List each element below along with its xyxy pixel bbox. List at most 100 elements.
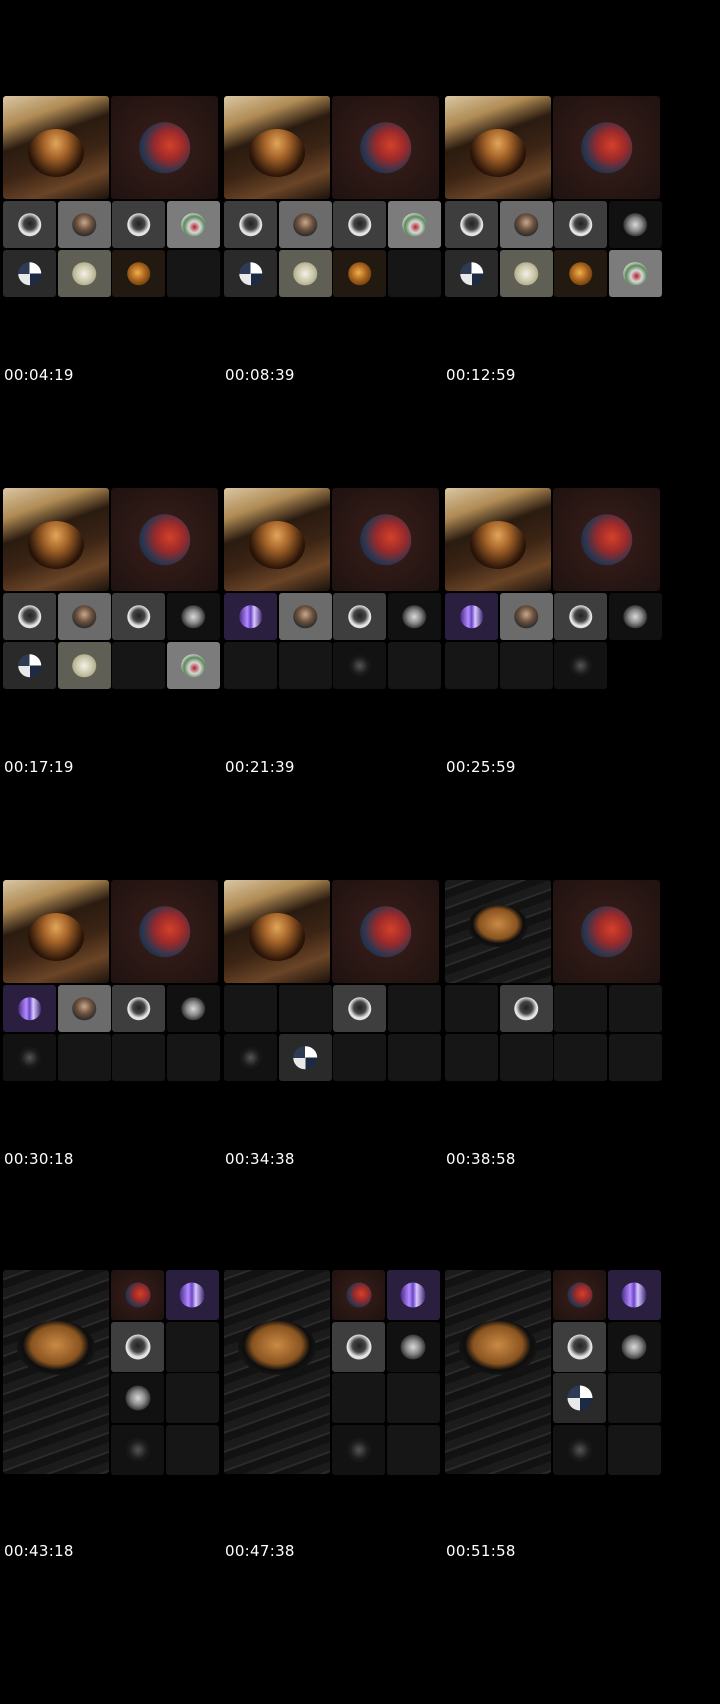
avatar <box>293 261 317 286</box>
empty-video-tile <box>445 1034 498 1081</box>
bearded-man-avatar-icon <box>57 985 111 1032</box>
empty-video-tile <box>332 1373 385 1423</box>
frame-timestamp: 00:04:19 <box>4 366 74 384</box>
video-frame-thumbnail[interactable] <box>3 96 238 319</box>
white-face-avatar-icon <box>608 593 662 640</box>
red-portrait-avatar-icon <box>332 96 439 199</box>
coffee-cup-on-plank-icon <box>445 1270 551 1474</box>
bearded-man-avatar-icon <box>278 201 332 248</box>
empty-video-tile <box>112 1034 165 1081</box>
avatar <box>293 604 317 629</box>
avatar <box>293 1045 317 1070</box>
silhouette-avatar-icon <box>333 593 386 640</box>
coffee-cup-icon <box>470 520 526 569</box>
purple-light-avatar-icon <box>445 593 498 640</box>
red-portrait-avatar-icon <box>332 880 439 983</box>
video-frame-thumbnail[interactable] <box>224 880 459 1103</box>
avatar <box>459 261 484 286</box>
frame-timestamp: 00:08:39 <box>225 366 295 384</box>
silhouette-avatar-icon <box>224 201 277 248</box>
coffee-with-book-icon <box>3 488 109 591</box>
empty-video-tile <box>166 1034 220 1081</box>
avatar <box>359 513 412 566</box>
silhouette-avatar-icon <box>112 593 165 640</box>
video-frame-thumbnail[interactable] <box>445 488 680 711</box>
flowers-avatar-icon <box>608 250 662 297</box>
avatar <box>138 121 191 174</box>
bearded-man-avatar-icon <box>57 593 111 640</box>
avatar <box>580 513 633 566</box>
coffee-cup-icon <box>238 1320 316 1375</box>
avatar <box>346 1334 371 1359</box>
golden-avatar-icon <box>112 250 165 297</box>
empty-video-tile <box>165 1321 219 1372</box>
empty-video-tile <box>224 985 277 1032</box>
frame-timestamp: 00:34:38 <box>225 1150 295 1168</box>
avatar <box>181 212 205 237</box>
frame-timestamp: 00:43:18 <box>4 1542 74 1560</box>
empty-video-tile <box>554 985 607 1032</box>
red-portrait-avatar-icon <box>111 880 218 983</box>
avatar <box>346 1437 371 1462</box>
dark-figure-avatar-icon <box>332 1424 385 1475</box>
avatar <box>567 1437 592 1462</box>
avatar <box>346 1282 371 1308</box>
avatar <box>72 212 96 237</box>
avatar <box>567 1385 592 1411</box>
avatar <box>580 121 633 174</box>
video-frame-thumbnail[interactable] <box>445 96 680 319</box>
frame-timestamp: 00:38:58 <box>446 1150 516 1168</box>
dark-figure-avatar-icon <box>553 1424 606 1475</box>
red-portrait-avatar-icon <box>111 1270 164 1320</box>
avatar <box>514 996 538 1021</box>
avatar <box>17 996 42 1021</box>
white-face-avatar-icon <box>166 593 220 640</box>
avatar <box>238 604 263 629</box>
coffee-cup-on-plank-icon <box>445 880 551 983</box>
empty-video-tile <box>607 1373 661 1423</box>
red-portrait-avatar-icon <box>332 1270 385 1320</box>
silhouette-avatar-icon <box>553 1321 606 1372</box>
video-frame-thumbnail[interactable] <box>445 880 680 1103</box>
purple-light-avatar-icon <box>165 1270 219 1320</box>
avatar <box>402 212 426 237</box>
sketch-avatar-icon <box>499 250 553 297</box>
coffee-cup-icon <box>28 912 84 961</box>
video-frame-thumbnail[interactable] <box>445 1270 680 1493</box>
white-face-avatar-icon <box>607 1321 661 1372</box>
empty-video-tile <box>387 1034 441 1081</box>
avatar <box>125 1282 150 1308</box>
avatar <box>17 261 42 286</box>
frame-timestamp: 00:51:58 <box>446 1542 516 1560</box>
white-face-avatar-icon <box>387 593 441 640</box>
video-frame-thumbnail[interactable] <box>3 1270 238 1493</box>
avatar <box>125 1385 150 1411</box>
video-frame-thumbnail[interactable] <box>3 488 238 711</box>
silhouette-avatar-icon <box>333 985 386 1032</box>
video-frame-thumbnail[interactable] <box>224 96 459 319</box>
coffee-cup-icon <box>28 520 84 569</box>
coffee-cup-icon <box>459 1320 537 1375</box>
avatar <box>623 261 647 286</box>
frame-timestamp: 00:17:19 <box>4 758 74 776</box>
mosaic-avatar-icon <box>3 642 56 689</box>
empty-video-tile <box>386 1373 440 1423</box>
silhouette-avatar-icon <box>3 201 56 248</box>
video-frame-thumbnail[interactable] <box>3 880 238 1103</box>
avatar <box>126 996 151 1021</box>
avatar <box>567 1282 592 1308</box>
video-frame-thumbnail[interactable] <box>224 488 459 711</box>
avatar <box>125 1437 150 1462</box>
dark-figure-avatar-icon <box>554 642 607 689</box>
red-portrait-avatar-icon <box>553 880 660 983</box>
avatar <box>181 996 205 1021</box>
purple-light-avatar-icon <box>3 985 56 1032</box>
empty-video-tile <box>608 1034 662 1081</box>
video-frame-thumbnail[interactable] <box>224 1270 459 1493</box>
dark-figure-avatar-icon <box>3 1034 56 1081</box>
avatar <box>181 653 205 678</box>
silhouette-avatar-icon <box>499 985 553 1032</box>
dark-figure-avatar-icon <box>333 642 386 689</box>
silhouette-avatar-icon <box>332 1321 385 1372</box>
mosaic-avatar-icon <box>445 250 498 297</box>
